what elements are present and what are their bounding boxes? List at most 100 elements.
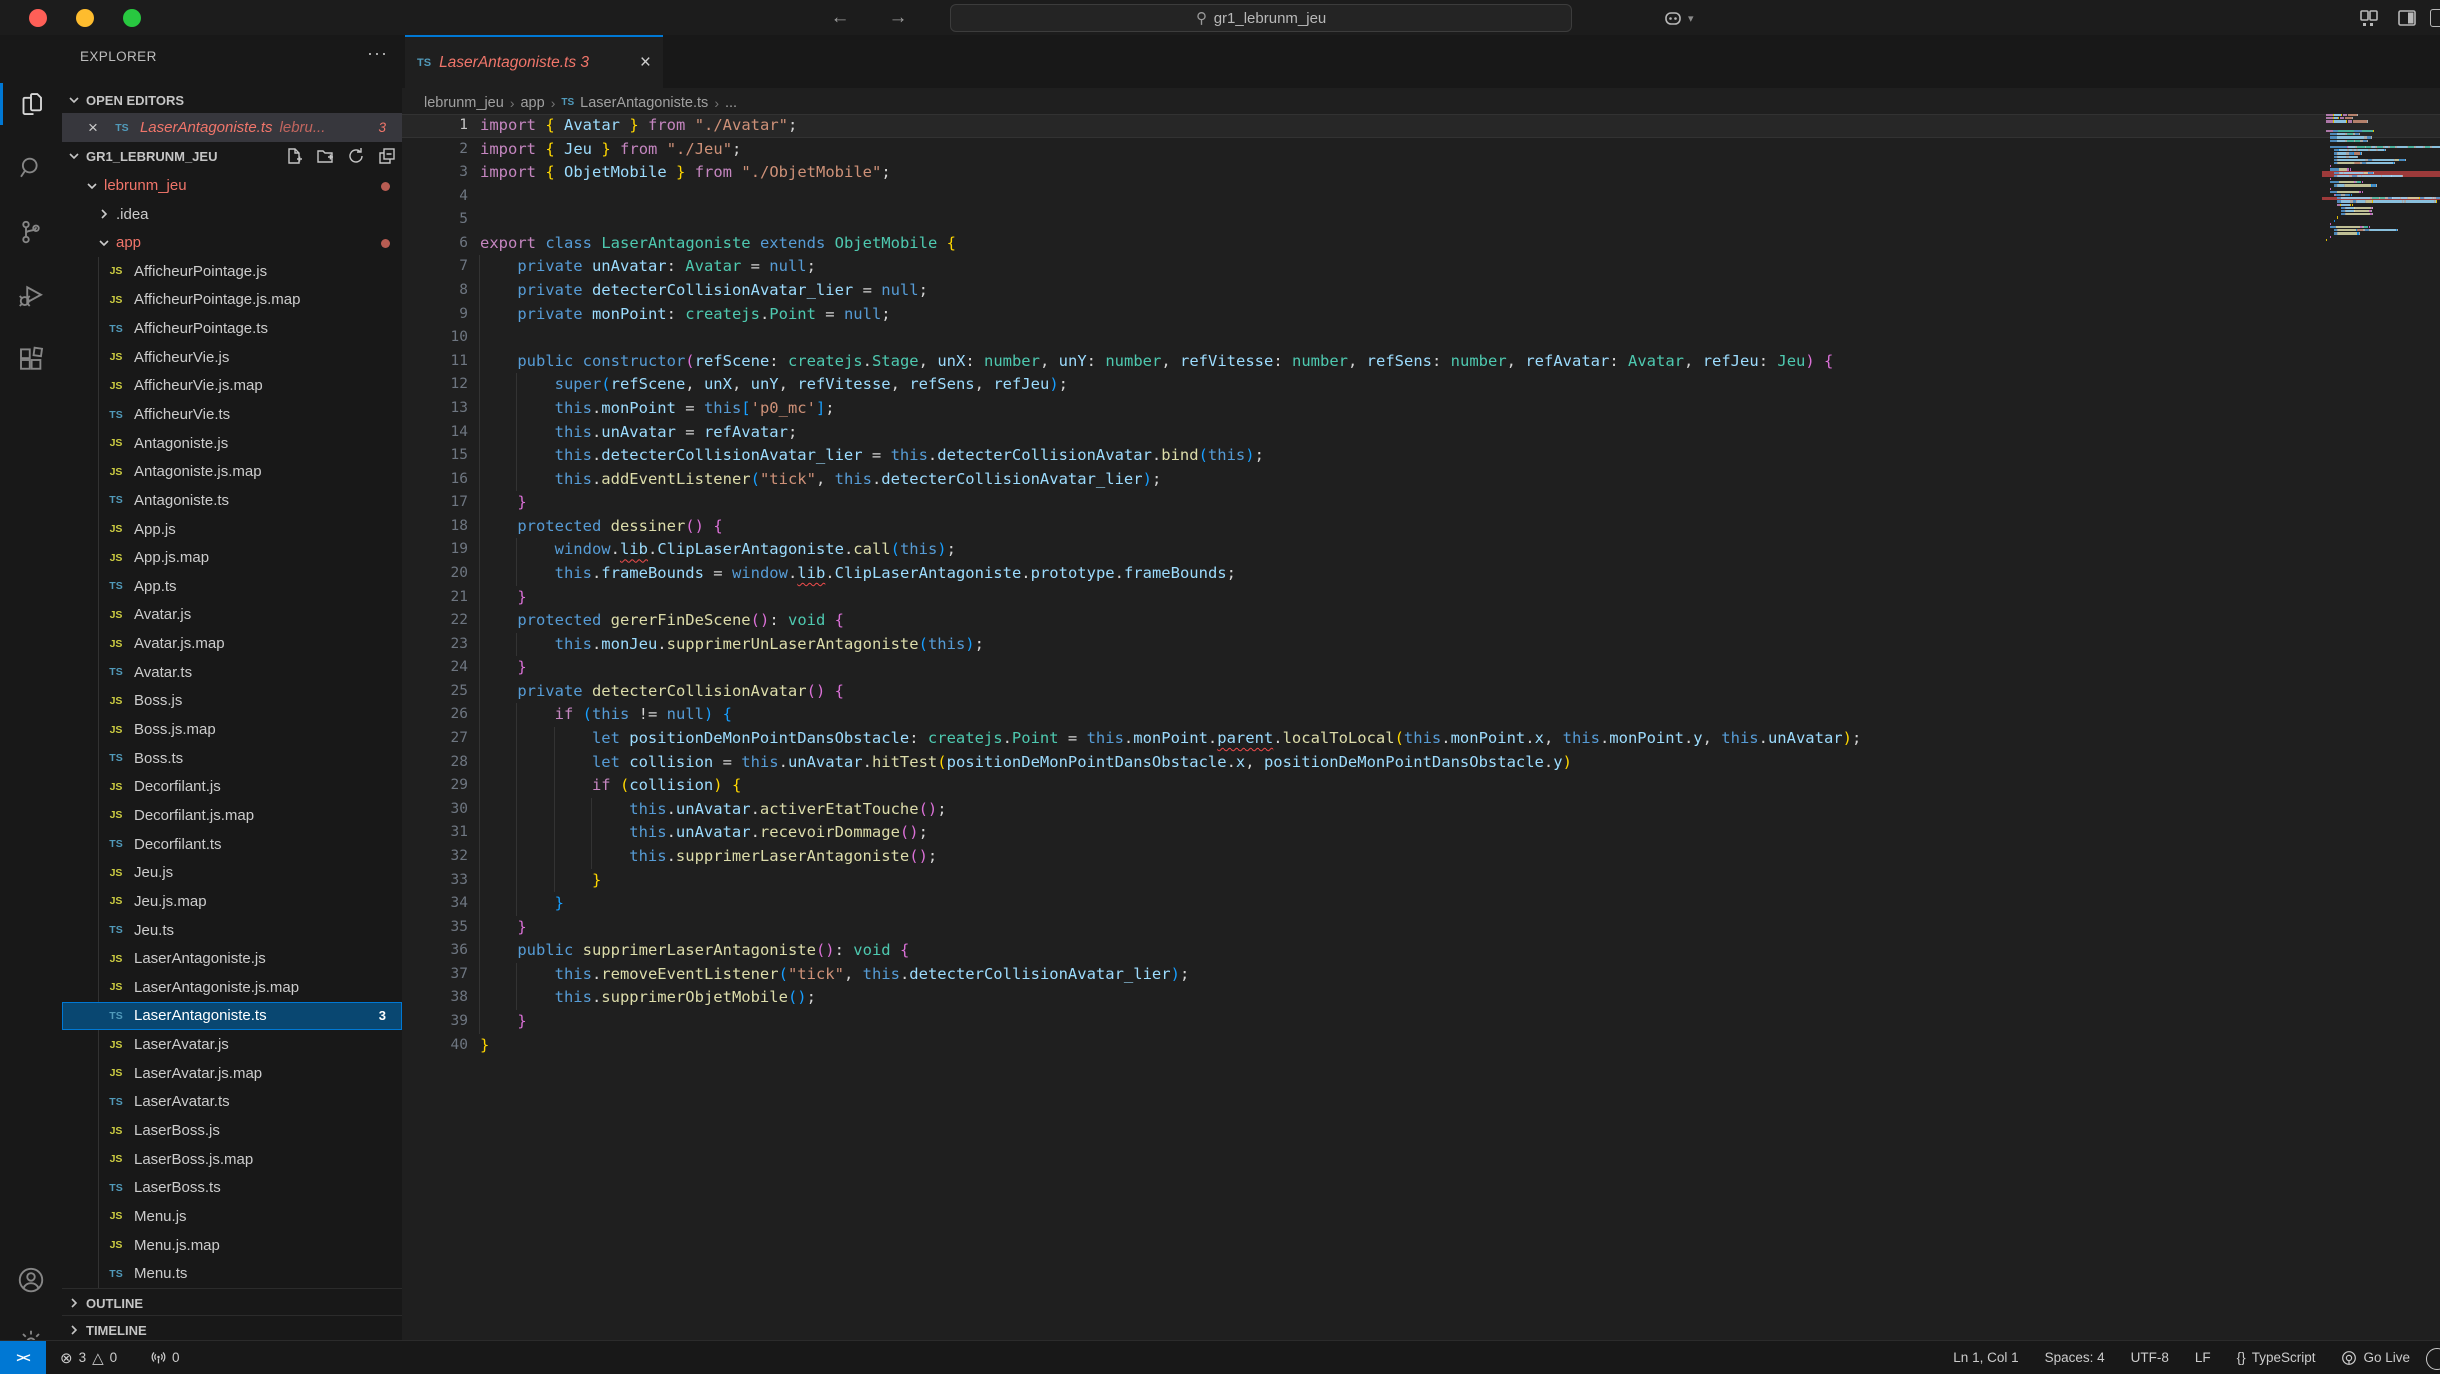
cursor-position[interactable]: Ln 1, Col 1 [1953, 1350, 2018, 1365]
problems-status[interactable]: ⊗ 3 △ 0 [60, 1341, 117, 1374]
file-row-LaserAvatarjs[interactable]: JSLaserAvatar.js [62, 1030, 402, 1059]
file-row-Decorfilantjsmap[interactable]: JSDecorfilant.js.map [62, 801, 402, 830]
code-line[interactable]: 23this.monJeu.supprimerUnLaserAntagonist… [402, 633, 2440, 657]
file-row-Menujsmap[interactable]: JSMenu.js.map [62, 1231, 402, 1260]
code-line[interactable]: 6export class LaserAntagoniste extends O… [402, 232, 2440, 256]
tab-close-icon[interactable]: × [640, 52, 651, 74]
open-editor-item[interactable]: ×TSLaserAntagoniste.tslebru...3 [62, 113, 402, 142]
code-line[interactable]: 37this.removeEventListener("tick", this.… [402, 963, 2440, 987]
file-row-AfficheurPointagejsmap[interactable]: JSAfficheurPointage.js.map [62, 286, 402, 315]
folder-row-lebrunmjeu[interactable]: lebrunm_jeu [62, 171, 402, 200]
file-row-Appts[interactable]: TSApp.ts [62, 572, 402, 601]
breadcrumb-folder[interactable]: app [520, 95, 544, 111]
file-row-LaserBossjsmap[interactable]: JSLaserBoss.js.map [62, 1145, 402, 1174]
file-row-AfficheurPointagets[interactable]: TSAfficheurPointage.ts [62, 314, 402, 343]
go-live-button[interactable]: Go Live [2341, 1350, 2410, 1366]
file-row-Jeujs[interactable]: JSJeu.js [62, 858, 402, 887]
code-line[interactable]: 22protected gererFinDeScene(): void { [402, 609, 2440, 633]
file-row-AfficheurViets[interactable]: TSAfficheurVie.ts [62, 400, 402, 429]
file-row-LaserBossjs[interactable]: JSLaserBoss.js [62, 1116, 402, 1145]
code-line[interactable]: 33} [402, 869, 2440, 893]
breadcrumb-folder[interactable]: lebrunm_jeu [424, 95, 504, 111]
search-view-icon[interactable] [0, 139, 62, 197]
code-line[interactable]: 18protected dessiner() { [402, 515, 2440, 539]
file-row-Menuts[interactable]: TSMenu.ts [62, 1259, 402, 1288]
nav-forward-button[interactable]: → [886, 6, 910, 30]
source-control-icon[interactable] [0, 203, 62, 261]
folder-row-idea[interactable]: .idea [62, 200, 402, 229]
remote-indicator[interactable]: >< [0, 1341, 46, 1374]
tab-laserantagoniste[interactable]: TS LaserAntagoniste.ts 3 × [405, 35, 663, 88]
extensions-icon[interactable] [0, 331, 62, 389]
code-line[interactable]: 15this.detecterCollisionAvatar_lier = th… [402, 444, 2440, 468]
close-icon[interactable]: × [88, 118, 98, 138]
workspace-new-file-icon[interactable] [284, 146, 304, 166]
file-row-Avatarts[interactable]: TSAvatar.ts [62, 658, 402, 687]
code-editor[interactable]: 1import { Avatar } from "./Avatar";2impo… [402, 114, 2440, 1057]
workspace-refresh-icon[interactable] [346, 146, 366, 166]
toggle-panel-icon[interactable] [2396, 7, 2418, 29]
file-row-LaserAntagonistejsmap[interactable]: JSLaserAntagoniste.js.map [62, 973, 402, 1002]
file-row-Appjsmap[interactable]: JSApp.js.map [62, 543, 402, 572]
code-line[interactable]: 34} [402, 892, 2440, 916]
code-line[interactable]: 38this.supprimerObjetMobile(); [402, 986, 2440, 1010]
file-row-LaserBossts[interactable]: TSLaserBoss.ts [62, 1173, 402, 1202]
code-line[interactable]: 26if (this != null) { [402, 703, 2440, 727]
file-row-AfficheurViejs[interactable]: JSAfficheurVie.js [62, 343, 402, 372]
code-line[interactable]: 27let positionDeMonPointDansObstacle: cr… [402, 727, 2440, 751]
file-row-LaserAntagonistejs[interactable]: JSLaserAntagoniste.js [62, 944, 402, 973]
code-line[interactable]: 10 [402, 326, 2440, 350]
file-row-LaserAvatarts[interactable]: TSLaserAvatar.ts [62, 1088, 402, 1117]
minimap[interactable] [2322, 114, 2440, 314]
code-line[interactable]: 35} [402, 916, 2440, 940]
code-line[interactable]: 17} [402, 491, 2440, 515]
file-row-Decorfilantts[interactable]: TSDecorfilant.ts [62, 830, 402, 859]
code-line[interactable]: 40} [402, 1034, 2440, 1058]
code-line[interactable]: 2import { Jeu } from "./Jeu"; [402, 138, 2440, 162]
file-row-LaserAvatarjsmap[interactable]: JSLaserAvatar.js.map [62, 1059, 402, 1088]
file-row-Bossjsmap[interactable]: JSBoss.js.map [62, 715, 402, 744]
file-row-Antagonistejsmap[interactable]: JSAntagoniste.js.map [62, 457, 402, 486]
customize-layout-icon[interactable] [2358, 7, 2380, 29]
code-line[interactable]: 14this.unAvatar = refAvatar; [402, 421, 2440, 445]
account-icon[interactable] [0, 1251, 62, 1309]
code-line[interactable]: 12super(refScene, unX, unY, refVitesse, … [402, 373, 2440, 397]
code-line[interactable]: 36public supprimerLaserAntagoniste(): vo… [402, 939, 2440, 963]
code-line[interactable]: 25private detecterCollisionAvatar() { [402, 680, 2440, 704]
window-edge-partial-icon[interactable] [2430, 9, 2440, 27]
code-line[interactable]: 31this.unAvatar.recevoirDommage(); [402, 821, 2440, 845]
run-debug-icon[interactable] [0, 267, 62, 325]
code-line[interactable]: 11public constructor(refScene: createjs.… [402, 350, 2440, 374]
file-row-LaserAntagonistets[interactable]: TSLaserAntagoniste.ts3 [62, 1002, 402, 1031]
section-outline[interactable]: OUTLINE [62, 1288, 402, 1317]
language-mode[interactable]: {} TypeScript [2237, 1350, 2316, 1365]
file-row-Antagonistejs[interactable]: JSAntagoniste.js [62, 429, 402, 458]
code-line[interactable]: 21} [402, 586, 2440, 610]
ports-status[interactable]: 0 [150, 1341, 180, 1374]
code-line[interactable]: 19window.lib.ClipLaserAntagoniste.call(t… [402, 538, 2440, 562]
folder-row-app[interactable]: app [62, 228, 402, 257]
window-minimize-button[interactable] [76, 9, 94, 27]
file-row-Jeujsmap[interactable]: JSJeu.js.map [62, 887, 402, 916]
code-line[interactable]: 39} [402, 1010, 2440, 1034]
explorer-icon[interactable] [0, 75, 62, 133]
code-line[interactable]: 30this.unAvatar.activerEtatTouche(); [402, 798, 2440, 822]
file-row-Bossts[interactable]: TSBoss.ts [62, 744, 402, 773]
window-zoom-button[interactable] [123, 9, 141, 27]
code-line[interactable]: 7private unAvatar: Avatar = null; [402, 255, 2440, 279]
code-line[interactable]: 32this.supprimerLaserAntagoniste(); [402, 845, 2440, 869]
status-edge-partial-icon[interactable] [2426, 1348, 2440, 1370]
section-workspace[interactable]: GR1_LEBRUNM_JEU [62, 142, 402, 170]
code-line[interactable]: 1import { Avatar } from "./Avatar"; [402, 114, 2440, 138]
code-line[interactable]: 8private detecterCollisionAvatar_lier = … [402, 279, 2440, 303]
section-open-editors[interactable]: OPEN EDITORS [62, 86, 402, 114]
breadcrumb-file[interactable]: LaserAntagoniste.ts [580, 95, 708, 111]
indentation[interactable]: Spaces: 4 [2045, 1350, 2105, 1365]
workspace-new-folder-icon[interactable] [315, 146, 335, 166]
workspace-collapse-all-icon[interactable] [377, 146, 397, 166]
chevron-down-icon[interactable]: ▾ [1688, 12, 1710, 34]
file-row-AfficheurViejsmap[interactable]: JSAfficheurVie.js.map [62, 372, 402, 401]
code-line[interactable]: 4 [402, 185, 2440, 209]
breadcrumb-symbol[interactable]: ... [725, 95, 737, 111]
code-line[interactable]: 28let collision = this.unAvatar.hitTest(… [402, 751, 2440, 775]
